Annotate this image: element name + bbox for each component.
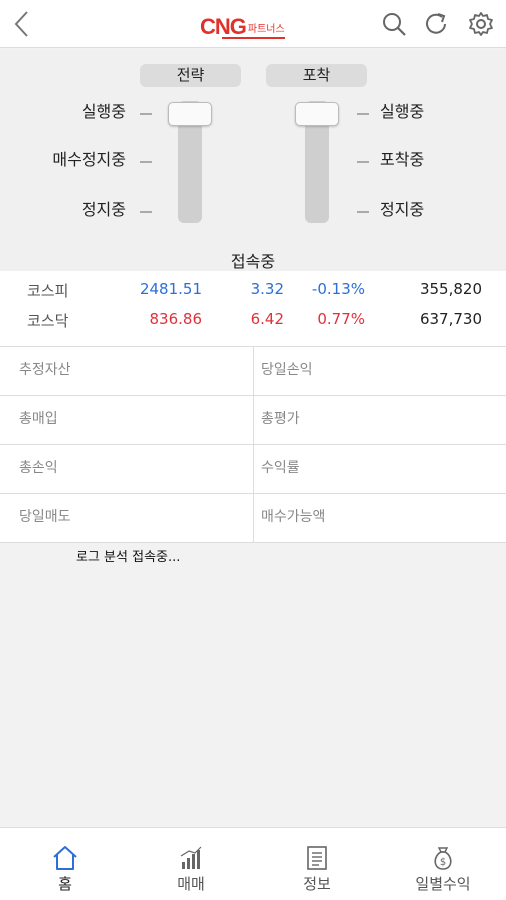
return-rate-cell: 수익률: [253, 445, 506, 494]
refresh-button[interactable]: [420, 8, 452, 40]
index-value: 836.86: [149, 310, 203, 328]
index-volume: 637,730: [419, 310, 482, 328]
index-table: 코스피 2481.51 3.32 -0.13% 355,820 코스닥 836.…: [0, 271, 506, 346]
tick-mark: [357, 113, 369, 115]
bar-chart-icon: [180, 846, 202, 869]
nav-info[interactable]: 정보: [254, 828, 380, 900]
chevron-left-icon: [14, 11, 28, 37]
back-button[interactable]: [6, 8, 38, 40]
daily-sell-cell: 당일매도: [0, 494, 253, 543]
strategy-label-stopped: 정지중: [81, 200, 126, 219]
log-status-text: 로그 분석 접속중...: [76, 550, 181, 565]
search-button[interactable]: [378, 8, 410, 40]
logo-main-text: CNG: [200, 14, 247, 39]
index-name: 코스닥: [27, 312, 69, 330]
gear-icon: [469, 12, 493, 36]
total-valuation-cell: 총평가: [253, 396, 506, 445]
capture-tag: 포착: [266, 64, 367, 87]
tick-mark: [140, 113, 152, 115]
nav-label: 홈: [58, 875, 72, 893]
document-icon: [307, 846, 327, 870]
connection-status: 접속중: [230, 252, 276, 271]
app-header: CNG 파트너스: [0, 0, 506, 48]
tick-mark: [357, 211, 369, 213]
settings-button[interactable]: [465, 8, 497, 40]
nav-label: 일별수익: [415, 875, 471, 893]
search-icon: [383, 13, 406, 36]
nav-label: 매매: [177, 875, 205, 893]
index-change: 6.42: [250, 310, 284, 328]
index-row-kospi[interactable]: 코스피 2481.51 3.32 -0.13% 355,820: [0, 280, 506, 306]
home-icon: [53, 846, 77, 870]
nav-label: 정보: [303, 875, 331, 893]
estimated-assets-cell: 추정자산: [0, 347, 253, 396]
nav-home[interactable]: 홈: [2, 828, 128, 900]
strategy-label-running: 실행중: [81, 102, 126, 121]
index-row-kosdaq[interactable]: 코스닥 836.86 6.42 0.77% 637,730: [0, 310, 506, 336]
index-name: 코스피: [27, 282, 69, 300]
svg-text:$: $: [440, 857, 446, 868]
capture-label-running: 실행중: [380, 102, 425, 121]
tick-mark: [357, 161, 369, 163]
strategy-tag: 전략: [140, 64, 241, 87]
account-summary-grid: 추정자산 당일손익 총매입 총평가 총손익 수익률 당일매도 매수가능액: [0, 346, 506, 543]
tick-mark: [140, 161, 152, 163]
app-logo: CNG 파트너스: [200, 12, 285, 39]
strategy-slider-knob[interactable]: [168, 102, 212, 126]
nav-trade[interactable]: 매매: [128, 828, 254, 900]
index-change: 3.32: [250, 280, 284, 298]
tick-mark: [140, 211, 152, 213]
capture-slider-knob[interactable]: [295, 102, 339, 126]
daily-pnl-cell: 당일손익: [253, 347, 506, 396]
buying-power-cell: 매수가능액: [253, 494, 506, 543]
total-pnl-cell: 총손익: [0, 445, 253, 494]
index-percent: -0.13%: [311, 280, 365, 298]
money-bag-icon: $: [434, 847, 452, 870]
strategy-label-buy-stopped: 매수정지중: [52, 150, 126, 169]
bottom-nav: 홈 매매 정보 $ 일별수익: [0, 827, 506, 900]
index-percent: 0.77%: [317, 310, 365, 328]
index-volume: 355,820: [419, 280, 482, 298]
nav-daily-profit[interactable]: $ 일별수익: [380, 828, 506, 900]
capture-label-capturing: 포착중: [380, 150, 425, 169]
total-purchase-cell: 총매입: [0, 396, 253, 445]
index-value: 2481.51: [139, 280, 202, 298]
capture-label-stopped: 정지중: [380, 200, 425, 219]
refresh-icon: [426, 13, 446, 34]
control-panel: 전략 포착 실행중 매수정지중 정지중 실행중 포착중 정지중 접속중: [0, 49, 506, 271]
logo-sub-text: 파트너스: [222, 24, 285, 39]
